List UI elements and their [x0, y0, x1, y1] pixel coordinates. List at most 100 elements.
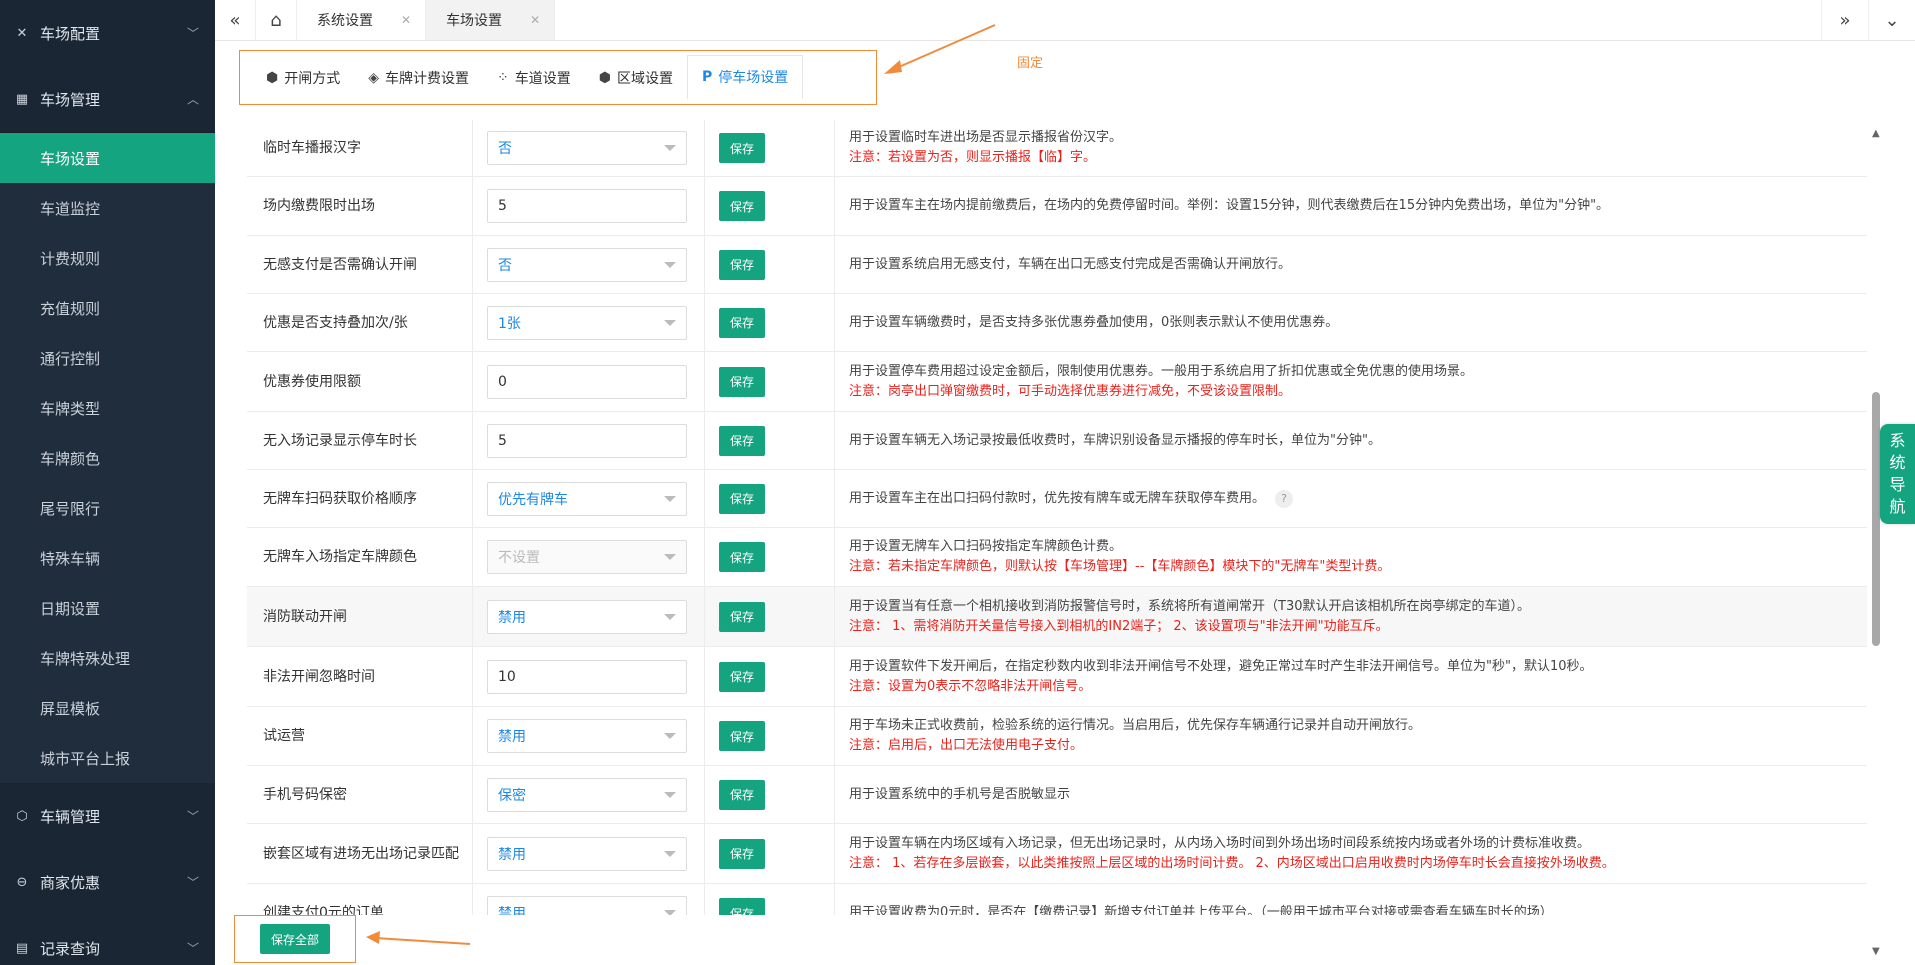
setting-value-cell: 5	[473, 177, 705, 235]
description-text: 用于设置车辆缴费时，是否支持多张优惠券叠加使用，0张则表示默认不使用优惠券。	[849, 314, 1339, 330]
save-button[interactable]: 保存	[719, 838, 765, 869]
setting-input[interactable]: 5	[487, 189, 687, 223]
close-icon[interactable]: ✕	[530, 13, 540, 27]
setting-select[interactable]: 否	[487, 131, 687, 165]
setting-select[interactable]: 禁用	[487, 836, 687, 871]
setting-description-cell: 用于设置车辆在内场区域有入场记录，但无出场记录时，从内场入场时间到外场出场时间段…	[835, 824, 1867, 883]
system-nav-button[interactable]: 系 统 导 航	[1880, 424, 1915, 524]
save-button[interactable]: 保存	[719, 249, 765, 280]
sidebar-item[interactable]: 计费规则	[0, 233, 215, 283]
setting-input[interactable]: 5	[487, 423, 687, 458]
sidebar-item[interactable]: 车牌类型	[0, 383, 215, 433]
close-icon[interactable]: ✕	[401, 13, 411, 27]
scroll-down-icon[interactable]: ▼	[1872, 946, 1880, 957]
sidebar-item[interactable]: 车牌特殊处理	[0, 633, 215, 683]
tab-gate-mode[interactable]: ⬢ 开闸方式	[252, 57, 354, 99]
cube-icon: ⬡	[16, 808, 28, 824]
tab-area-settings[interactable]: ⬢ 区域设置	[585, 57, 687, 99]
save-button[interactable]: 保存	[719, 133, 765, 163]
save-cell: 保存	[705, 412, 835, 469]
setting-description-cell: 用于设置车辆缴费时，是否支持多张优惠券叠加使用，0张则表示默认不使用优惠券。	[835, 294, 1867, 351]
setting-description: 用于设置当有任意一个相机接收到消防报警信号时，系统将所有道闸常开（T30默认开启…	[849, 597, 1867, 617]
caret-down-icon	[664, 554, 676, 560]
setting-select[interactable]: 1张	[487, 305, 687, 340]
save-button[interactable]: 保存	[719, 307, 765, 338]
tab-parking-lot-settings[interactable]: P 停车场设置	[686, 55, 804, 100]
vertical-scrollbar[interactable]	[1872, 130, 1880, 950]
sidebar-item[interactable]: 屏显模板	[0, 683, 215, 733]
help-icon[interactable]: ?	[1275, 489, 1294, 508]
save-button[interactable]: 保存	[719, 601, 765, 632]
sidebar-group-lot-config[interactable]: ✕ 车场配置 ﹀	[0, 0, 215, 66]
save-cell: 保存	[705, 766, 835, 823]
setting-description-cell: 用于设置临时车进出场是否显示播报省份汉字。 注意：若设置为否，则显示播报【临】字。	[835, 120, 1867, 176]
save-button[interactable]: 保存	[719, 721, 765, 751]
setting-input[interactable]: 0	[487, 364, 687, 399]
sidebar-item[interactable]: 通行控制	[0, 333, 215, 383]
tab-lot-settings[interactable]: 车场设置 ✕	[426, 0, 556, 40]
setting-select: 不设置	[487, 540, 687, 574]
collapse-left-button[interactable]: «	[215, 0, 256, 40]
scrollbar-thumb[interactable]	[1872, 392, 1880, 646]
save-button[interactable]: 保存	[719, 425, 765, 456]
setting-select[interactable]: 优先有牌车	[487, 481, 687, 516]
description-text: 用于设置车主在出口扫码付款时，优先按有牌车或无牌车获取停车费用。	[849, 490, 1266, 506]
scroll-right-button[interactable]: »	[1821, 0, 1868, 40]
save-button[interactable]: 保存	[719, 191, 765, 221]
tab-system-settings[interactable]: 系统设置 ✕	[297, 0, 427, 40]
setting-select[interactable]: 禁用	[487, 719, 687, 753]
tools-icon: ✕	[16, 25, 28, 41]
sys-nav-char: 系	[1889, 431, 1906, 450]
tab-lane-settings[interactable]: ⁘ 车道设置	[483, 57, 585, 99]
sidebar-item[interactable]: 城市平台上报	[0, 733, 215, 783]
save-button[interactable]: 保存	[719, 366, 765, 397]
save-button[interactable]: 保存	[719, 898, 765, 915]
save-all-button[interactable]: 保存全部	[260, 924, 330, 954]
sidebar-item[interactable]: 车场设置	[0, 133, 215, 183]
settings-tab-group: ⬢ 开闸方式 ◈ 车牌计费设置 ⁘ 车道设置 ⬢ 区域设置 P 停车场设置	[239, 50, 877, 105]
sys-nav-char: 航	[1889, 497, 1906, 516]
setting-warning: 注意：若设置为否，则显示播报【临】字。	[849, 150, 1097, 165]
setting-warning: 注意：若未指定车牌颜色，则默认按【车场管理】--【车牌颜色】模块下的"无牌车"类…	[849, 559, 1391, 574]
setting-value-cell: 5	[473, 412, 705, 469]
description-text: 用于设置当有任意一个相机接收到消防报警信号时，系统将所有道闸常开（T30默认开启…	[849, 598, 1530, 614]
save-button[interactable]: 保存	[719, 779, 765, 810]
setting-select[interactable]: 禁用	[487, 896, 687, 915]
sidebar-group-lot-manage[interactable]: ▦ 车场管理 ︿	[0, 66, 215, 133]
tab-menu-button[interactable]: ⌄	[1868, 0, 1915, 40]
tab-label: 区域设置	[616, 70, 673, 87]
setting-value-cell: 0	[473, 352, 705, 411]
nodes-icon: ⁘	[497, 69, 509, 86]
home-button[interactable]: ⌂	[256, 0, 297, 40]
sidebar-item[interactable]: 充值规则	[0, 283, 215, 333]
setting-description-cell: 用于设置车主在出口扫码付款时，优先按有牌车或无牌车获取停车费用。?	[835, 470, 1867, 527]
setting-select[interactable]: 保密	[487, 777, 687, 812]
sidebar-group-merchant[interactable]: ⊖ 商家优惠 ﹀	[0, 849, 215, 915]
description-text: 用于设置临时车进出场是否显示播报省份汉字。	[849, 130, 1123, 145]
save-button[interactable]: 保存	[719, 483, 765, 514]
sidebar-item[interactable]: 车牌颜色	[0, 433, 215, 483]
tab-label: 车牌计费设置	[385, 70, 470, 87]
setting-name: 无感支付是否需确认开闸	[247, 236, 473, 293]
setting-value-cell: 禁用	[473, 824, 705, 883]
sidebar-item[interactable]: 特殊车辆	[0, 533, 215, 583]
setting-input[interactable]: 10	[487, 659, 687, 694]
setting-select[interactable]: 否	[487, 247, 687, 282]
sidebar-item[interactable]: 日期设置	[0, 583, 215, 633]
save-button[interactable]: 保存	[719, 661, 765, 692]
tab-plate-billing[interactable]: ◈ 车牌计费设置	[354, 57, 483, 99]
select-value: 禁用	[498, 846, 526, 863]
sidebar-group-records[interactable]: ▤ 记录查询 ﹀	[0, 915, 215, 965]
annotation-arrow-bottom	[366, 931, 471, 945]
tab-label: 开闸方式	[284, 70, 341, 87]
table-row: 场内缴费限时出场 5 保存 用于设置车主在场内提前缴费后，在场内的免费停留时间。举例：…	[247, 177, 1867, 236]
description-text: 用于设置车辆无入场记录按最低收费时，车牌识别设备显示播报的停车时长，单位为"分钟…	[849, 432, 1381, 448]
sidebar-item[interactable]: 尾号限行	[0, 483, 215, 533]
sidebar-group-vehicle-manage[interactable]: ⬡ 车辆管理 ﹀	[0, 783, 215, 849]
table-row: 创建支付0元的订单 禁用 保存 用于设置收费为0元时，是否在【缴费记录】新增支付订单并…	[247, 884, 1867, 915]
save-button[interactable]: 保存	[719, 542, 765, 572]
caret-down-icon	[664, 495, 676, 502]
setting-select[interactable]: 禁用	[487, 599, 687, 634]
save-cell: 保存	[705, 294, 835, 351]
sidebar-item[interactable]: 车道监控	[0, 183, 215, 233]
